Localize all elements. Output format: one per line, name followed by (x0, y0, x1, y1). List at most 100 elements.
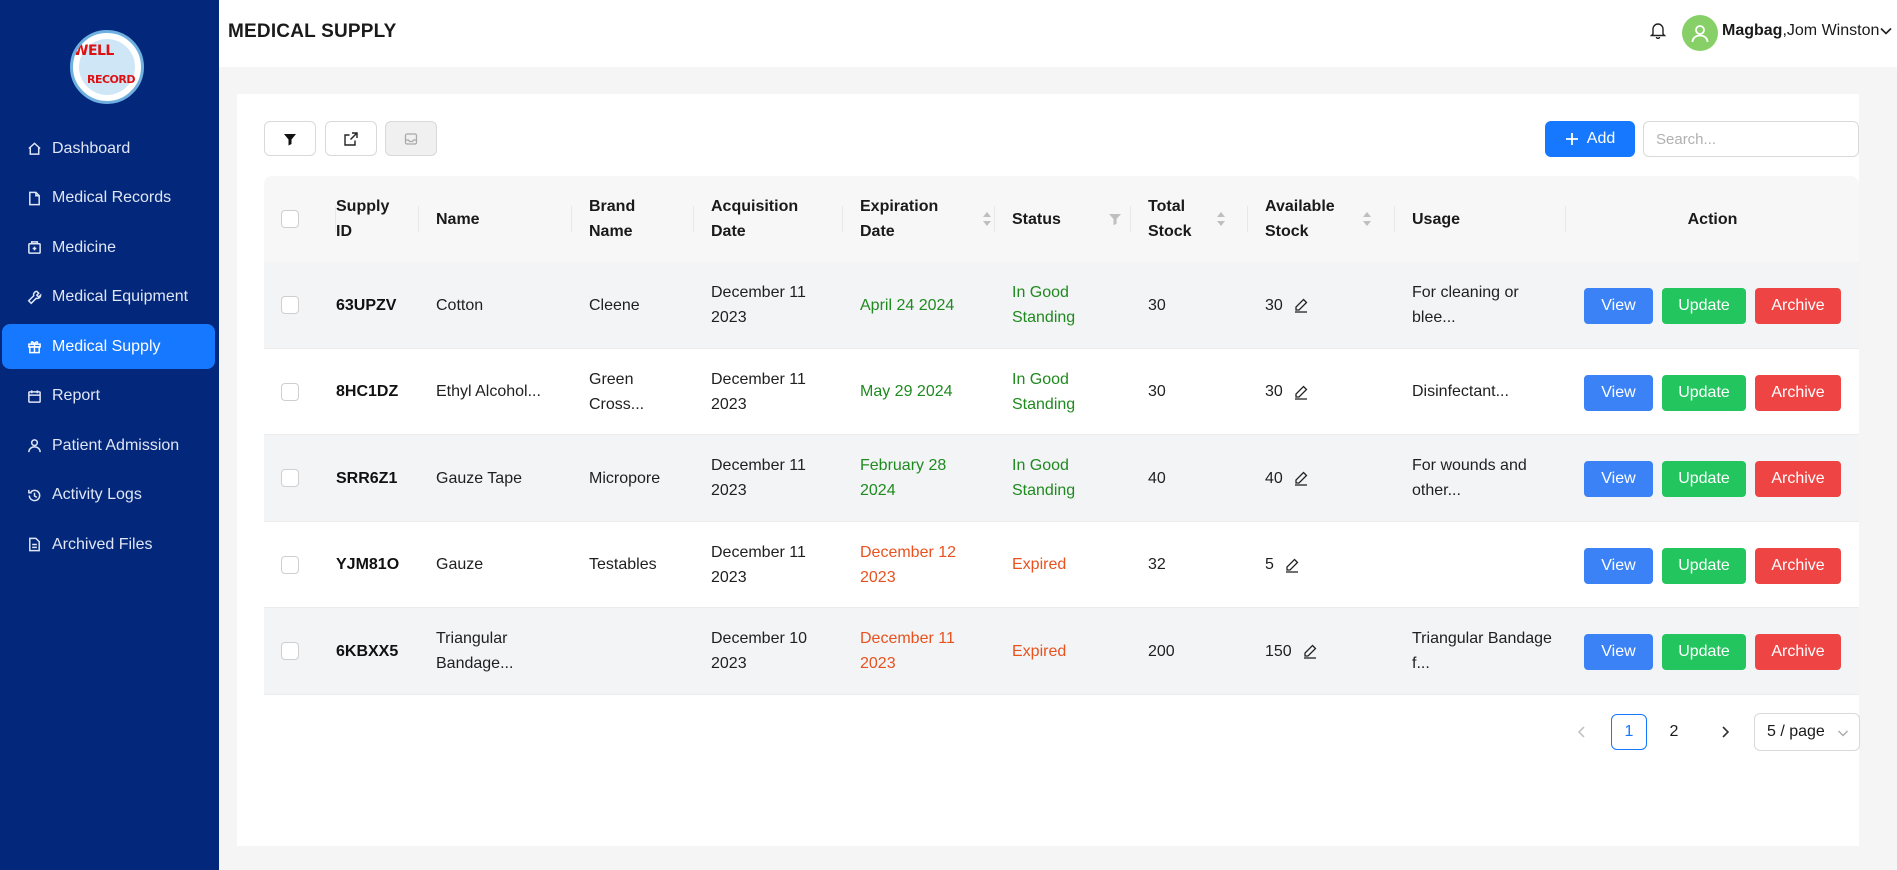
search-input[interactable] (1643, 121, 1859, 157)
archive-button[interactable]: Archive (1755, 547, 1841, 584)
user-avatar-icon (1691, 25, 1709, 43)
page-size-select[interactable]: 5 / page (1754, 713, 1860, 751)
column-header-expiration-date[interactable]: Expiration Date (842, 176, 993, 262)
acquisition-date-cell: December 10 2023 (711, 630, 808, 672)
update-button[interactable]: Update (1662, 461, 1746, 497)
chevron-left-icon[interactable] (1576, 726, 1588, 738)
acquisition-date-cell: December 11 2023 (711, 457, 806, 499)
bulk-archive-button[interactable] (385, 121, 437, 156)
avatar[interactable] (1682, 15, 1718, 51)
sidebar-item-label: Activity Logs (52, 486, 142, 503)
available-stock-value: 150 (1265, 642, 1292, 660)
header-label: Name (436, 210, 480, 228)
column-filter-icon[interactable] (1108, 212, 1122, 226)
update-button[interactable]: Update (1662, 288, 1746, 324)
user-last-name: Magbag (1722, 22, 1783, 39)
archive-button[interactable]: Archive (1755, 288, 1841, 324)
available-stock-cell: 5 (1265, 522, 1365, 608)
sort-caret-icon[interactable] (1362, 210, 1372, 228)
sidebar-item-archived-files[interactable]: Archived Files (0, 522, 219, 567)
table-row: 63UPZV Cotton Cleene December 11 2023 April … (264, 262, 1859, 349)
sidebar-item-label: Medical Supply (52, 337, 161, 355)
column-separator (418, 206, 419, 232)
update-button[interactable]: Update (1662, 634, 1746, 670)
sort-caret-icon[interactable] (982, 210, 992, 228)
sidebar-item-activity-logs[interactable]: Activity Logs (0, 473, 219, 518)
view-button[interactable]: View (1584, 547, 1653, 584)
sidebar-item-dashboard[interactable]: Dashboard (0, 126, 219, 171)
header-label: Supply ID (336, 198, 390, 240)
status-cell: In Good Standing (1012, 284, 1076, 326)
sidebar: WELL RECORD Dashboard Medical Records Medi… (0, 0, 219, 870)
row-checkbox[interactable] (281, 296, 299, 314)
table-header: Supply ID Name Brand Name Acquisition Da… (264, 176, 1859, 262)
name-cell: Triangular Bandage... (436, 630, 514, 672)
pagination-page-2[interactable]: 2 (1656, 714, 1692, 750)
expiration-date-cell: December 11 2023 (860, 630, 955, 672)
sidebar-nav: Dashboard Medical Records Medicine Medical … (0, 126, 219, 572)
chevron-down-icon[interactable] (1879, 24, 1893, 38)
well-record-logo[interactable]: WELL RECORD (70, 30, 144, 104)
gift-icon (26, 339, 42, 355)
update-button[interactable]: Update (1662, 547, 1746, 584)
status-cell: Expired (1012, 556, 1067, 573)
view-button[interactable]: View (1584, 288, 1653, 324)
export-button[interactable] (325, 121, 377, 156)
home-icon (26, 141, 42, 157)
expiration-date-cell: April 24 2024 (860, 296, 955, 314)
row-checkbox[interactable] (281, 642, 299, 660)
edit-icon[interactable] (1293, 384, 1309, 400)
sidebar-item-patient-admission[interactable]: Patient Admission (0, 423, 219, 468)
available-stock-value: 5 (1265, 556, 1274, 573)
sidebar-item-medicine[interactable]: Medicine (0, 225, 219, 270)
edit-icon[interactable] (1293, 297, 1309, 313)
available-stock-value: 30 (1265, 383, 1283, 400)
sidebar-item-medical-equipment[interactable]: Medical Equipment (0, 275, 219, 320)
view-button[interactable]: View (1584, 634, 1653, 670)
header-label: Action (1687, 210, 1738, 228)
brand-name-cell: Cleene (589, 296, 640, 314)
chevron-right-icon[interactable] (1719, 726, 1731, 738)
acquisition-date-cell: December 11 2023 (711, 370, 806, 413)
add-button-label: Add (1586, 130, 1616, 147)
column-header-action: Action (1565, 176, 1859, 262)
usage-cell: Triangular Bandage f... (1412, 630, 1552, 672)
available-stock-cell: 150 (1265, 608, 1365, 694)
expiration-date-cell: February 28 2024 (860, 457, 947, 499)
row-checkbox[interactable] (281, 469, 299, 487)
status-cell: In Good Standing (1012, 370, 1076, 413)
archive-button[interactable]: Archive (1755, 374, 1841, 411)
view-button[interactable]: View (1584, 374, 1653, 411)
view-button[interactable]: View (1584, 461, 1653, 497)
sidebar-item-medical-supply[interactable]: Medical Supply (2, 324, 215, 369)
archive-button[interactable]: Archive (1755, 634, 1841, 670)
sidebar-item-label: Report (52, 387, 101, 404)
sidebar-item-report[interactable]: Report (0, 374, 219, 419)
plus-icon (1565, 133, 1578, 145)
select-all-checkbox[interactable] (281, 210, 299, 228)
edit-icon[interactable] (1293, 470, 1309, 486)
archive-button[interactable]: Archive (1755, 461, 1841, 497)
column-header-usage: Usage (1394, 176, 1565, 262)
user-first-name: ,Jom Winston (1782, 22, 1880, 39)
row-checkbox[interactable] (281, 555, 299, 574)
header-label: Brand Name (589, 198, 636, 240)
filter-icon (284, 133, 296, 145)
total-stock-cell: 200 (1148, 642, 1175, 660)
edit-icon[interactable] (1302, 643, 1318, 659)
column-separator (1394, 206, 1395, 232)
acquisition-date-cell: December 11 2023 (711, 284, 806, 326)
add-button[interactable]: Add (1545, 121, 1635, 157)
pagination-page-1[interactable]: 1 (1611, 714, 1647, 750)
sidebar-item-medical-records[interactable]: Medical Records (0, 176, 219, 221)
sort-caret-icon[interactable] (1216, 210, 1226, 228)
update-button[interactable]: Update (1662, 374, 1746, 411)
row-checkbox[interactable] (281, 382, 299, 401)
supply-id-cell: SRR6Z1 (336, 469, 398, 487)
sidebar-item-label: Archived Files (52, 535, 153, 553)
filter-button[interactable] (264, 121, 316, 156)
edit-icon[interactable] (1284, 557, 1300, 573)
bell-icon[interactable] (1650, 21, 1666, 39)
user-name[interactable]: Magbag,Jom Winston (1722, 22, 1879, 40)
usage-cell: For wounds and other... (1412, 457, 1527, 499)
